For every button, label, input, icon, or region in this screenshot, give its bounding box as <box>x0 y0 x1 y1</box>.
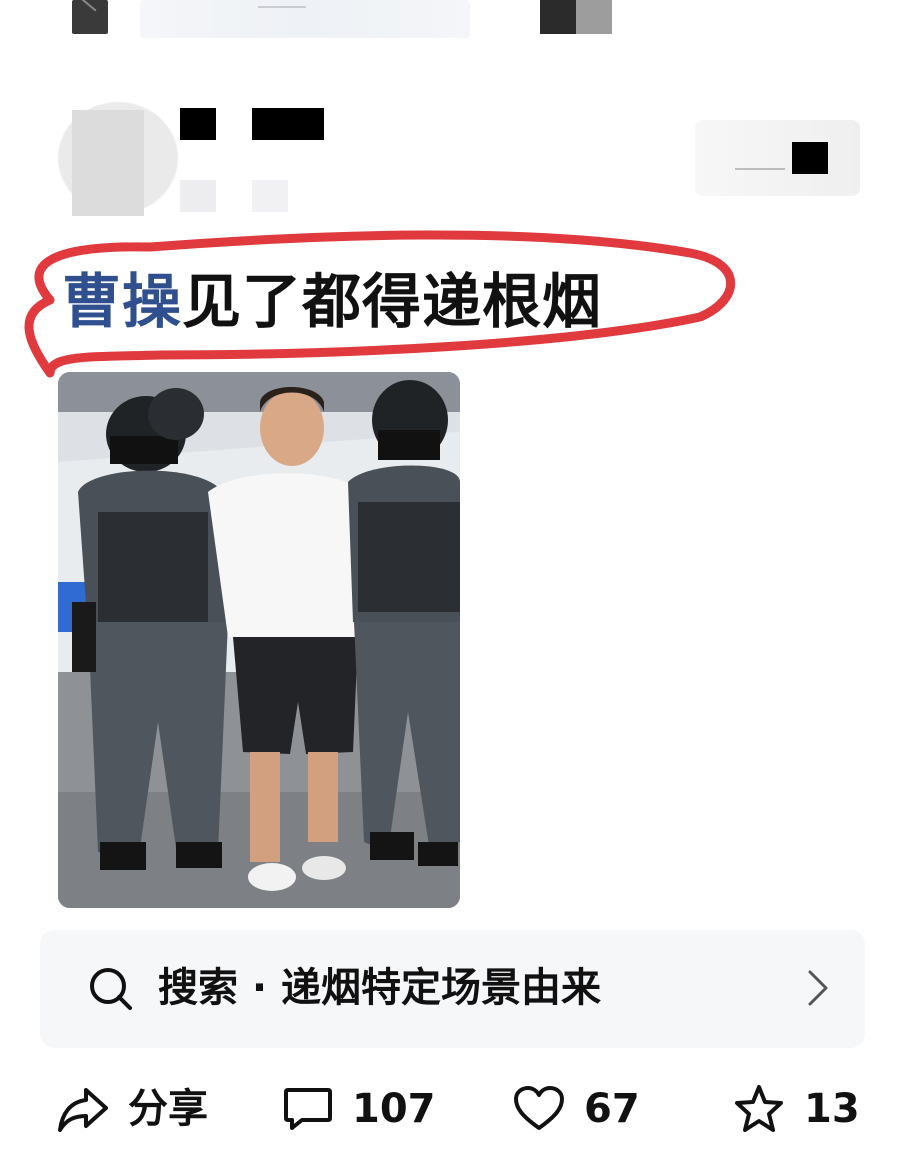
star-icon <box>735 1085 783 1132</box>
heart-icon <box>514 1086 564 1130</box>
favorite-count: 13 <box>804 1086 860 1132</box>
post-photo[interactable] <box>58 372 460 908</box>
comment-count: 107 <box>352 1086 436 1132</box>
favorite-button[interactable]: 13 <box>732 1078 860 1140</box>
headline-topic-link[interactable]: 曹操 <box>62 267 182 336</box>
arrest-scene-image <box>58 372 460 908</box>
like-count: 67 <box>584 1086 640 1132</box>
share-label: 分享 <box>128 1086 208 1132</box>
share-icon <box>58 1088 108 1132</box>
comment-icon <box>284 1088 332 1130</box>
follow-button-mosaic <box>792 142 828 174</box>
post-headline: 曹操见了都得递根烟 <box>62 267 602 337</box>
headline-annotation: 曹操见了都得递根烟 <box>10 205 740 380</box>
author-name-mosaic <box>252 108 324 140</box>
blurred-title <box>140 0 470 38</box>
headline-text: 见了都得递根烟 <box>182 267 603 336</box>
avatar-mosaic <box>72 110 144 216</box>
back-icon[interactable] <box>72 0 108 34</box>
follow-button-label-blur <box>735 168 785 170</box>
comment-button[interactable]: 107 <box>282 1078 436 1140</box>
like-button[interactable]: 67 <box>512 1078 640 1140</box>
post-page: 曹操见了都得递根烟 搜索 · 递烟特定场景由来 分享 107 67 13 <box>0 0 922 1172</box>
share-button[interactable]: 分享 <box>56 1078 208 1140</box>
author-name-mosaic <box>180 108 216 140</box>
chevron-right-icon[interactable] <box>800 966 834 1010</box>
search-icon <box>90 968 132 1010</box>
more-icon[interactable] <box>540 0 612 34</box>
top-bar <box>0 0 922 60</box>
related-search-text[interactable]: 搜索 · 递烟特定场景由来 <box>158 958 601 1018</box>
follow-button[interactable] <box>695 120 860 196</box>
